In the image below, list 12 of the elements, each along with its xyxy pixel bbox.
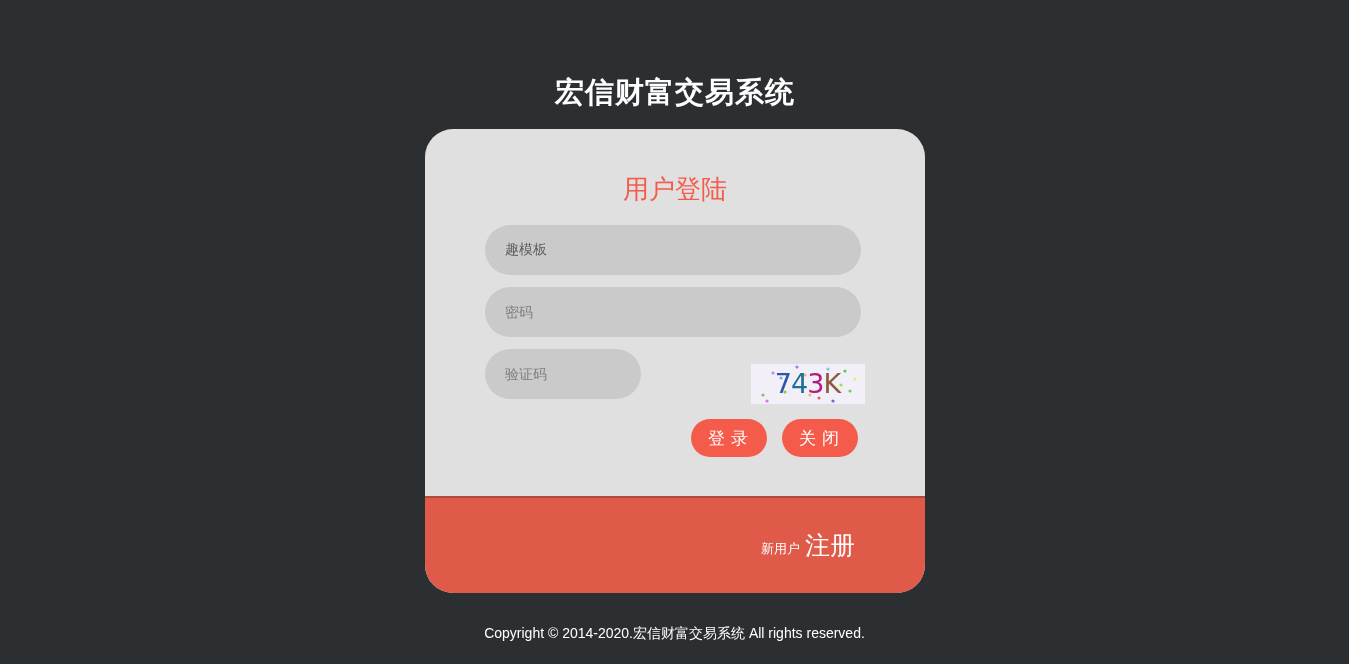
username-field[interactable]: 趣模板 (484, 225, 861, 275)
site-title: 宏信财富交易系统 (554, 75, 795, 110)
captcha-image[interactable]: 743K (750, 364, 865, 404)
password-field[interactable]: 密码 (484, 287, 861, 337)
register-link[interactable]: 注册 (804, 529, 855, 562)
login-button[interactable]: 登 录 (690, 419, 767, 457)
captcha-field[interactable]: 验证码 (484, 349, 641, 399)
new-user-label: 新用户 (760, 539, 800, 558)
login-heading: 用户登陆 (622, 173, 727, 206)
copyright-text: Copyright © 2014-2020.宏信财富交易系统 All rights reserved. (484, 624, 865, 643)
close-button[interactable]: 关 闭 (781, 419, 858, 457)
captcha-code: 743K (774, 369, 841, 399)
